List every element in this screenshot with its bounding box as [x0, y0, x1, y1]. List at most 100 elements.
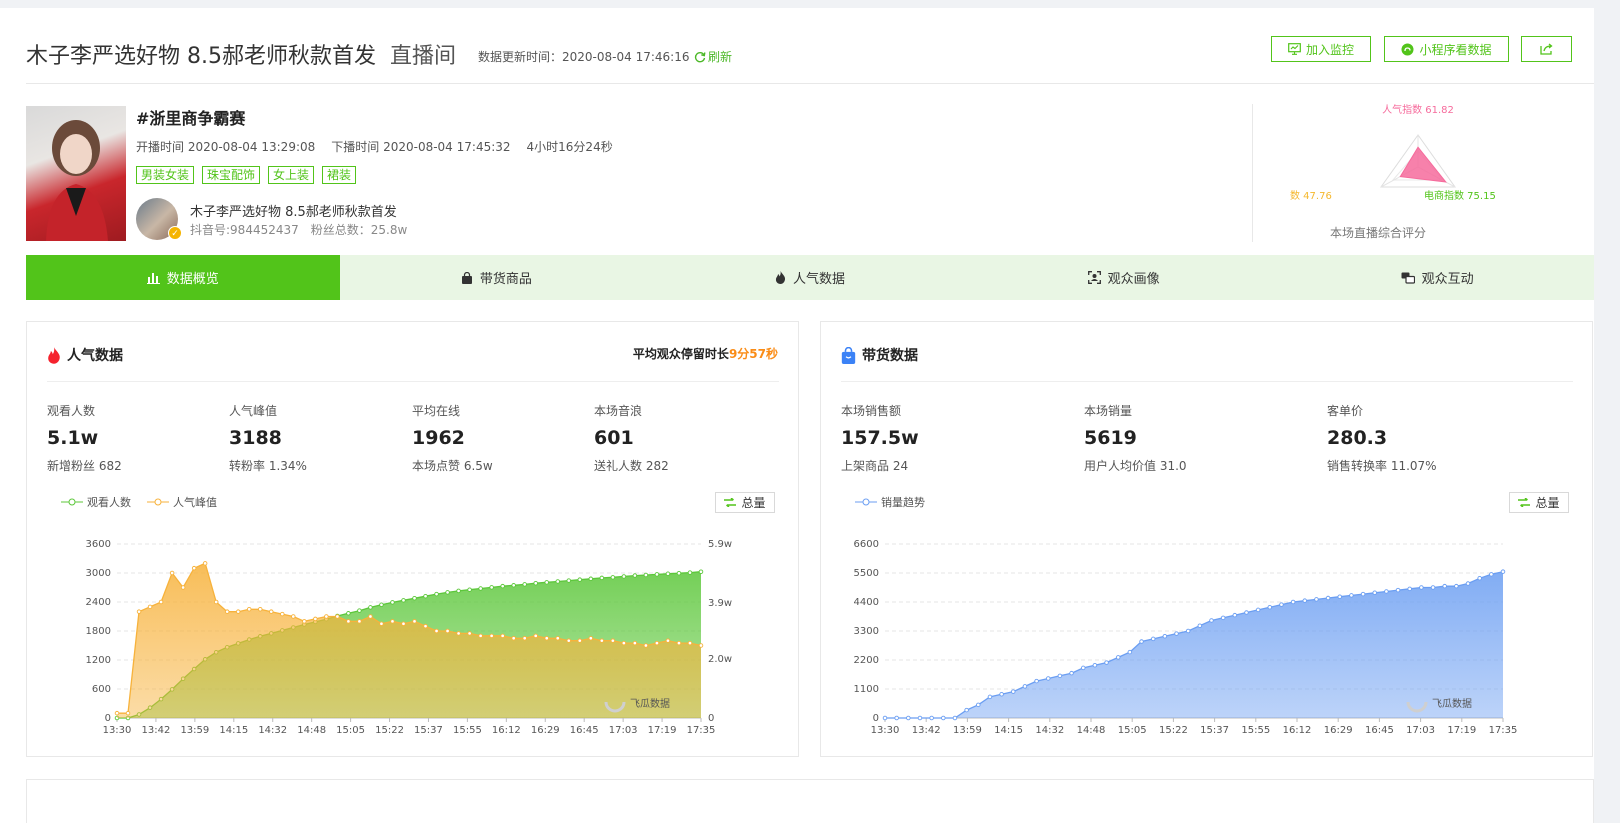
add-monitor-button[interactable]: 加入监控: [1271, 36, 1371, 62]
data-point: [522, 635, 527, 641]
stat-value: 3188: [229, 427, 282, 449]
data-point: [654, 572, 660, 577]
refresh-button[interactable]: 刷新: [694, 48, 732, 65]
add-monitor-label: 加入监控: [1305, 42, 1354, 57]
data-point: [147, 604, 153, 610]
avg-stay-value: 9分57秒: [728, 347, 778, 361]
y-tick-label: 0: [105, 713, 111, 724]
data-point: [114, 710, 120, 716]
data-point: [379, 602, 384, 608]
stat-unit-price: 客单价 280.3 销售转换率 11.07%: [1327, 402, 1437, 474]
data-point: [566, 578, 572, 583]
header-divider: [26, 83, 1594, 84]
legend-item-viewers[interactable]: 观看人数: [61, 494, 131, 510]
y-tick-label: 6600: [854, 539, 879, 550]
data-point: [522, 582, 527, 587]
data-point: [467, 587, 472, 592]
data-point: [379, 621, 384, 626]
data-point: [269, 609, 274, 614]
y-tick-label: 3000: [86, 568, 111, 579]
data-point: [1115, 655, 1121, 660]
stream-cover-image[interactable]: [26, 106, 126, 241]
legend-label: 人气峰值: [173, 496, 217, 509]
data-point: [401, 621, 406, 626]
data-point: [412, 596, 417, 601]
popularity-panel-title: 人气数据: [47, 345, 123, 365]
data-point: [390, 600, 395, 605]
data-point: [665, 571, 671, 577]
data-point: [687, 570, 693, 575]
data-point: [1069, 670, 1074, 676]
data-point: [412, 619, 417, 624]
data-point: [1150, 636, 1156, 642]
refresh-icon: [694, 52, 706, 63]
data-point: [1104, 660, 1109, 665]
data-point: [1407, 586, 1412, 592]
data-point: [445, 590, 450, 595]
data-point: [158, 599, 164, 605]
data-point: [1489, 572, 1494, 577]
anchor-name[interactable]: 木子李严选好物 8.5郝老师秋款首发: [190, 201, 397, 220]
legend-line-icon: [61, 498, 83, 506]
stat-sub: 新增粉丝 682: [47, 459, 122, 473]
y-right-tick-label: 0: [708, 713, 714, 724]
tab-overview[interactable]: 数据概览: [26, 255, 340, 300]
y-tick-label: 4400: [854, 597, 879, 608]
x-tick-label: 17:03: [609, 725, 638, 736]
data-point: [324, 614, 329, 619]
tab-label: 观众画像: [1107, 272, 1160, 287]
next-section-card: [26, 779, 1594, 823]
y-tick-label: 2400: [86, 597, 111, 608]
toggle-icon: [724, 498, 737, 507]
stat-value: 157.5w: [841, 427, 919, 449]
x-tick-label: 14:48: [1077, 725, 1106, 736]
legend-item-sales-trend[interactable]: 销量趋势: [855, 494, 925, 510]
stat-label: 本场销量: [1084, 404, 1133, 418]
data-point: [1011, 689, 1016, 694]
data-point: [1500, 569, 1506, 574]
tab-products[interactable]: 带货商品: [340, 255, 654, 300]
refresh-label: 刷新: [708, 50, 733, 64]
data-point: [423, 593, 428, 599]
x-tick-label: 17:19: [1447, 725, 1476, 736]
data-point: [302, 619, 307, 624]
x-tick-label: 16:45: [1365, 725, 1394, 736]
share-button[interactable]: [1521, 36, 1572, 62]
x-tick-label: 17:35: [687, 725, 716, 736]
x-tick-label: 15:55: [453, 725, 482, 736]
mini-program-button[interactable]: 小程序看数据: [1384, 36, 1509, 62]
mini-program-label: 小程序看数据: [1419, 42, 1492, 57]
x-tick-label: 17:03: [1406, 725, 1435, 736]
legend-item-peak[interactable]: 人气峰值: [147, 494, 217, 510]
data-point: [577, 638, 583, 643]
start-time: 开播时间 2020-08-04 13:29:08: [136, 140, 316, 154]
stat-sales-amount: 本场销售额 157.5w 上架商品 24: [841, 402, 919, 474]
tab-audience-interaction[interactable]: 观众互动: [1280, 255, 1594, 300]
data-point: [1290, 599, 1296, 605]
data-point: [894, 715, 899, 721]
data-point: [1255, 607, 1261, 613]
total-toggle-button[interactable]: 总量: [1509, 492, 1569, 513]
main-card: 木子李严选好物 8.5郝老师秋款首发 直播间 数据更新时间：2020-08-04 …: [0, 8, 1594, 823]
stat-sub: 销售转换率 11.07%: [1327, 459, 1437, 473]
data-point: [1384, 589, 1389, 594]
avg-stay-duration: 平均观众停留时长9分57秒: [633, 345, 778, 362]
total-toggle-button[interactable]: 总量: [715, 492, 775, 513]
x-tick-label: 15:37: [414, 725, 443, 736]
stat-peak: 人气峰值 3188 转粉率 1.34%: [229, 402, 307, 474]
x-tick-label: 15:05: [336, 725, 365, 736]
tab-audience-portrait[interactable]: 观众画像: [967, 255, 1281, 300]
tag: 女上装: [268, 166, 315, 184]
tab-label: 带货商品: [479, 272, 532, 287]
x-tick-label: 13:42: [142, 725, 171, 736]
x-tick-label: 16:12: [1283, 725, 1312, 736]
portrait-scan-icon: [1087, 271, 1101, 284]
tab-popularity[interactable]: 人气数据: [653, 255, 967, 300]
x-tick-label: 16:29: [531, 725, 560, 736]
y-tick-label: 1800: [86, 626, 111, 637]
data-point: [632, 573, 638, 578]
data-point: [511, 583, 516, 588]
stat-sub: 转粉率 1.34%: [229, 459, 307, 473]
bar-chart-icon: [146, 272, 160, 284]
data-point: [999, 692, 1004, 697]
